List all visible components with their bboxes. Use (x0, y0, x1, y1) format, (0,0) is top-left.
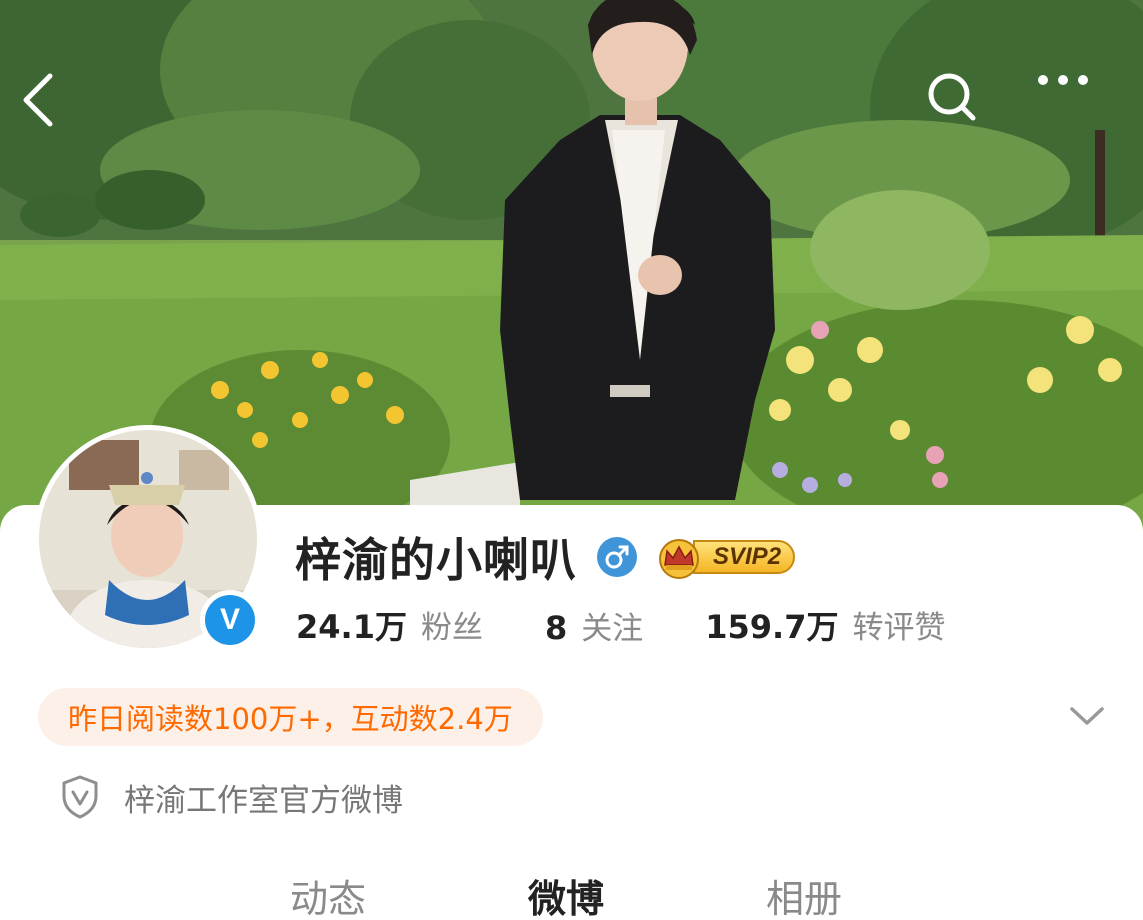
more-dots-icon (1038, 75, 1088, 85)
male-gender-icon (597, 537, 637, 577)
stats-row: 24.1万 粉丝 8 关注 159.7万 转评赞 (296, 600, 1007, 650)
certification-text: 梓渝工作室官方微博 (124, 782, 403, 819)
followers-stat[interactable]: 24.1万 粉丝 (296, 602, 483, 648)
following-label: 关注 (581, 610, 644, 647)
search-button[interactable] (925, 70, 995, 140)
chevron-down-icon (1070, 707, 1104, 725)
followers-count: 24.1万 (296, 608, 407, 646)
search-icon (928, 73, 976, 121)
svip-badge[interactable]: SVIP2 (653, 537, 796, 579)
more-button[interactable] (1036, 70, 1106, 140)
tab-xiangce[interactable]: 相册 (766, 868, 842, 920)
reading-stats-text: 昨日阅读数100万+，互动数2.4万 (68, 702, 513, 736)
likes-label: 转评赞 (852, 610, 946, 646)
likes-stat[interactable]: 159.7万 转评赞 (705, 602, 945, 648)
certification-row: 梓渝工作室官方微博 (60, 772, 403, 822)
verified-v-icon: V (205, 595, 255, 645)
expand-profile-button[interactable] (1060, 692, 1114, 740)
user-name: 梓渝的小喇叭 (295, 533, 577, 587)
profile-tabs: 动态 微博 相册 (0, 860, 1143, 920)
followers-label: 粉丝 (420, 610, 483, 646)
following-stat[interactable]: 8 关注 (545, 603, 643, 648)
verified-badge: V (200, 590, 260, 650)
reading-stats-pill[interactable]: 昨日阅读数100万+，互动数2.4万 (38, 688, 543, 746)
svip-label: SVIP2 (693, 540, 796, 574)
shield-icon (62, 775, 98, 819)
name-row: 梓渝的小喇叭 SVIP2 (295, 525, 796, 589)
likes-count: 159.7万 (705, 608, 839, 646)
back-button[interactable] (16, 70, 86, 140)
tab-weibo[interactable]: 微博 (528, 868, 604, 920)
back-arrow-icon (23, 73, 53, 127)
following-count: 8 (544, 608, 568, 647)
tab-dongtai[interactable]: 动态 (290, 868, 366, 920)
crown-icon (659, 539, 699, 579)
